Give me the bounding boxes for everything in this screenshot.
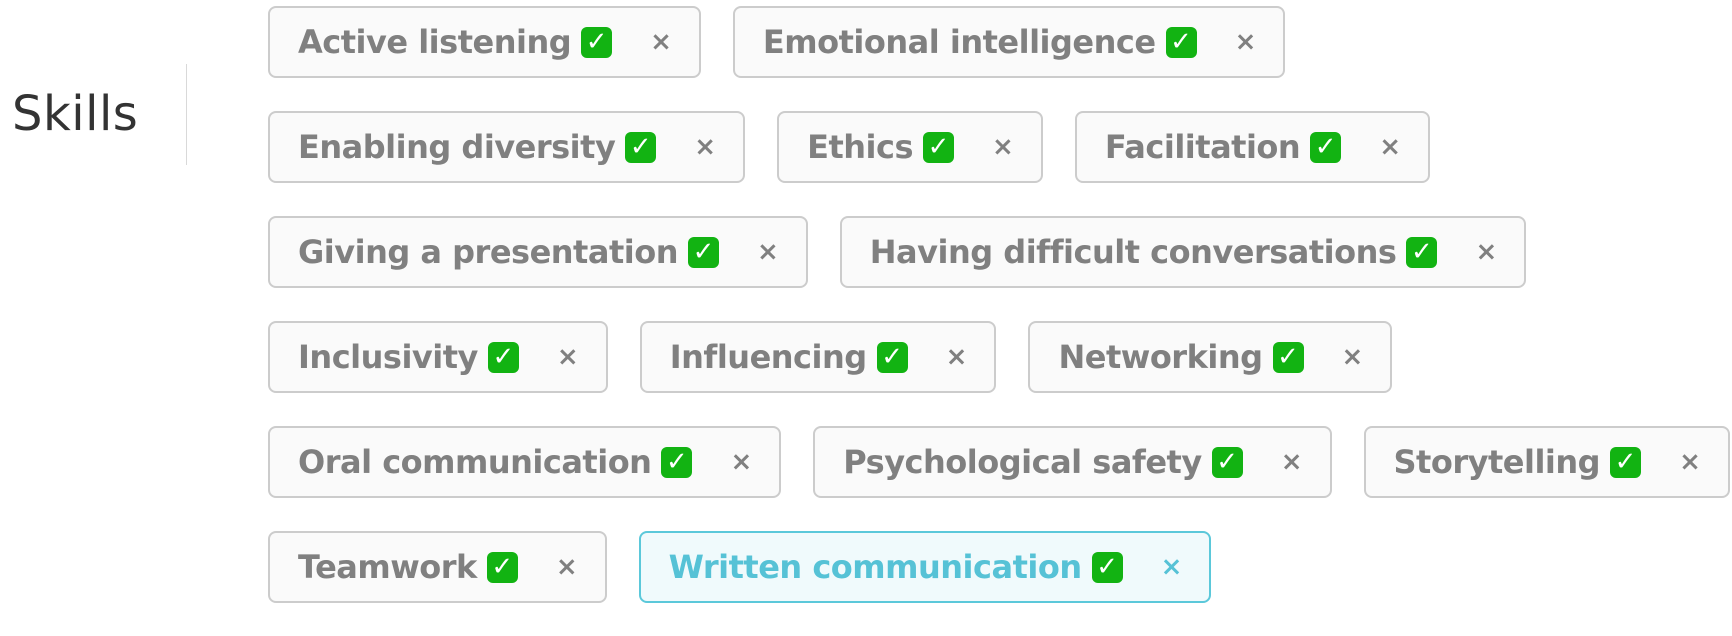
skill-tag-label: Facilitation — [1104, 128, 1301, 166]
remove-tag-icon[interactable]: × — [1235, 27, 1257, 57]
skill-tag-label: Active listening — [298, 23, 572, 61]
skill-tag-label: Networking — [1058, 338, 1263, 376]
check-mark-icon: ✓ — [581, 26, 613, 58]
skill-tag[interactable]: Written communication ✓ × — [638, 531, 1212, 603]
check-mark-icon: ✓ — [1272, 341, 1304, 373]
remove-tag-icon[interactable]: × — [946, 342, 968, 372]
skill-tag[interactable]: Oral communication ✓ × — [268, 426, 782, 498]
remove-tag-icon[interactable]: × — [1281, 447, 1303, 477]
check-mark-icon: ✓ — [486, 551, 518, 583]
remove-tag-icon[interactable]: × — [1679, 447, 1701, 477]
skill-tag[interactable]: Facilitation ✓ × — [1074, 111, 1430, 183]
remove-tag-icon[interactable]: × — [1475, 237, 1497, 267]
check-mark-icon: ✓ — [1610, 446, 1642, 478]
skill-tag[interactable]: Ethics ✓ × — [777, 111, 1043, 183]
skill-tag-label: Emotional intelligence — [762, 23, 1156, 61]
remove-tag-icon[interactable]: × — [730, 447, 752, 477]
skill-tag[interactable]: Inclusivity ✓ × — [268, 321, 608, 393]
check-mark-icon: ✓ — [923, 131, 955, 163]
check-mark-icon: ✓ — [687, 236, 719, 268]
skill-tag-label: Having difficult conversations — [869, 233, 1397, 271]
remove-tag-icon[interactable]: × — [557, 342, 579, 372]
skill-tag[interactable]: Psychological safety ✓ × — [813, 426, 1332, 498]
check-mark-icon: ✓ — [1310, 131, 1342, 163]
remove-tag-icon[interactable]: × — [694, 132, 716, 162]
check-mark-icon: ✓ — [661, 446, 693, 478]
remove-tag-icon[interactable]: × — [650, 27, 672, 57]
check-mark-icon: ✓ — [876, 341, 908, 373]
remove-tag-icon[interactable]: × — [1161, 552, 1183, 582]
tag-row: Enabling diversity ✓ × Ethics ✓ × Facilitation… — [268, 111, 1708, 183]
check-mark-icon: ✓ — [1091, 551, 1123, 583]
skill-tags-list: Active listening ✓ × Emotional intelligence… — [268, 6, 1730, 636]
skill-tag[interactable]: Giving a presentation ✓ × — [268, 216, 808, 288]
tag-row: Teamwork ✓ × Written communication ✓ × — [268, 531, 1708, 603]
skills-label-container: Skills — [0, 64, 187, 165]
remove-tag-icon[interactable]: × — [757, 237, 779, 267]
tag-row: Giving a presentation ✓ × Having difficult … — [268, 216, 1708, 288]
check-mark-icon: ✓ — [1406, 236, 1438, 268]
skill-tag-label: Teamwork — [298, 548, 477, 586]
check-mark-icon: ✓ — [1165, 26, 1197, 58]
skill-tag[interactable]: Networking ✓ × — [1028, 321, 1393, 393]
skill-tag[interactable]: Emotional intelligence ✓ × — [732, 6, 1286, 78]
tag-row: Inclusivity ✓ × Influencing ✓ × Networking ✓ × — [268, 321, 1708, 393]
tag-row: Active listening ✓ × Emotional intelligence… — [268, 6, 1708, 78]
skill-tag-label: Psychological safety — [843, 443, 1202, 481]
check-mark-icon: ✓ — [487, 341, 519, 373]
skill-tag-label: Ethics — [807, 128, 914, 166]
skill-tag-label: Written communication — [668, 548, 1082, 586]
skill-tag-label: Inclusivity — [298, 338, 478, 376]
skill-tag[interactable]: Storytelling ✓ × — [1363, 426, 1730, 498]
tag-row: Oral communication ✓ × Psychological safety… — [268, 426, 1730, 498]
skill-tag[interactable]: Having difficult conversations ✓ × — [839, 216, 1527, 288]
check-mark-icon: ✓ — [1211, 446, 1243, 478]
skill-tag[interactable]: Enabling diversity ✓ × — [268, 111, 746, 183]
remove-tag-icon[interactable]: × — [1379, 132, 1401, 162]
remove-tag-icon[interactable]: × — [556, 552, 578, 582]
remove-tag-icon[interactable]: × — [1342, 342, 1364, 372]
skill-tag-label: Storytelling — [1393, 443, 1601, 481]
skills-field-label: Skills — [12, 86, 139, 142]
skill-tag[interactable]: Teamwork ✓ × — [268, 531, 607, 603]
skill-tag[interactable]: Influencing ✓ × — [639, 321, 997, 393]
skill-tag-label: Influencing — [669, 338, 867, 376]
skill-tag-label: Enabling diversity — [298, 128, 616, 166]
check-mark-icon: ✓ — [625, 131, 657, 163]
skill-tag-label: Oral communication — [298, 443, 652, 481]
skill-tag[interactable]: Active listening ✓ × — [268, 6, 701, 78]
skill-tag-label: Giving a presentation — [298, 233, 678, 271]
remove-tag-icon[interactable]: × — [992, 132, 1014, 162]
